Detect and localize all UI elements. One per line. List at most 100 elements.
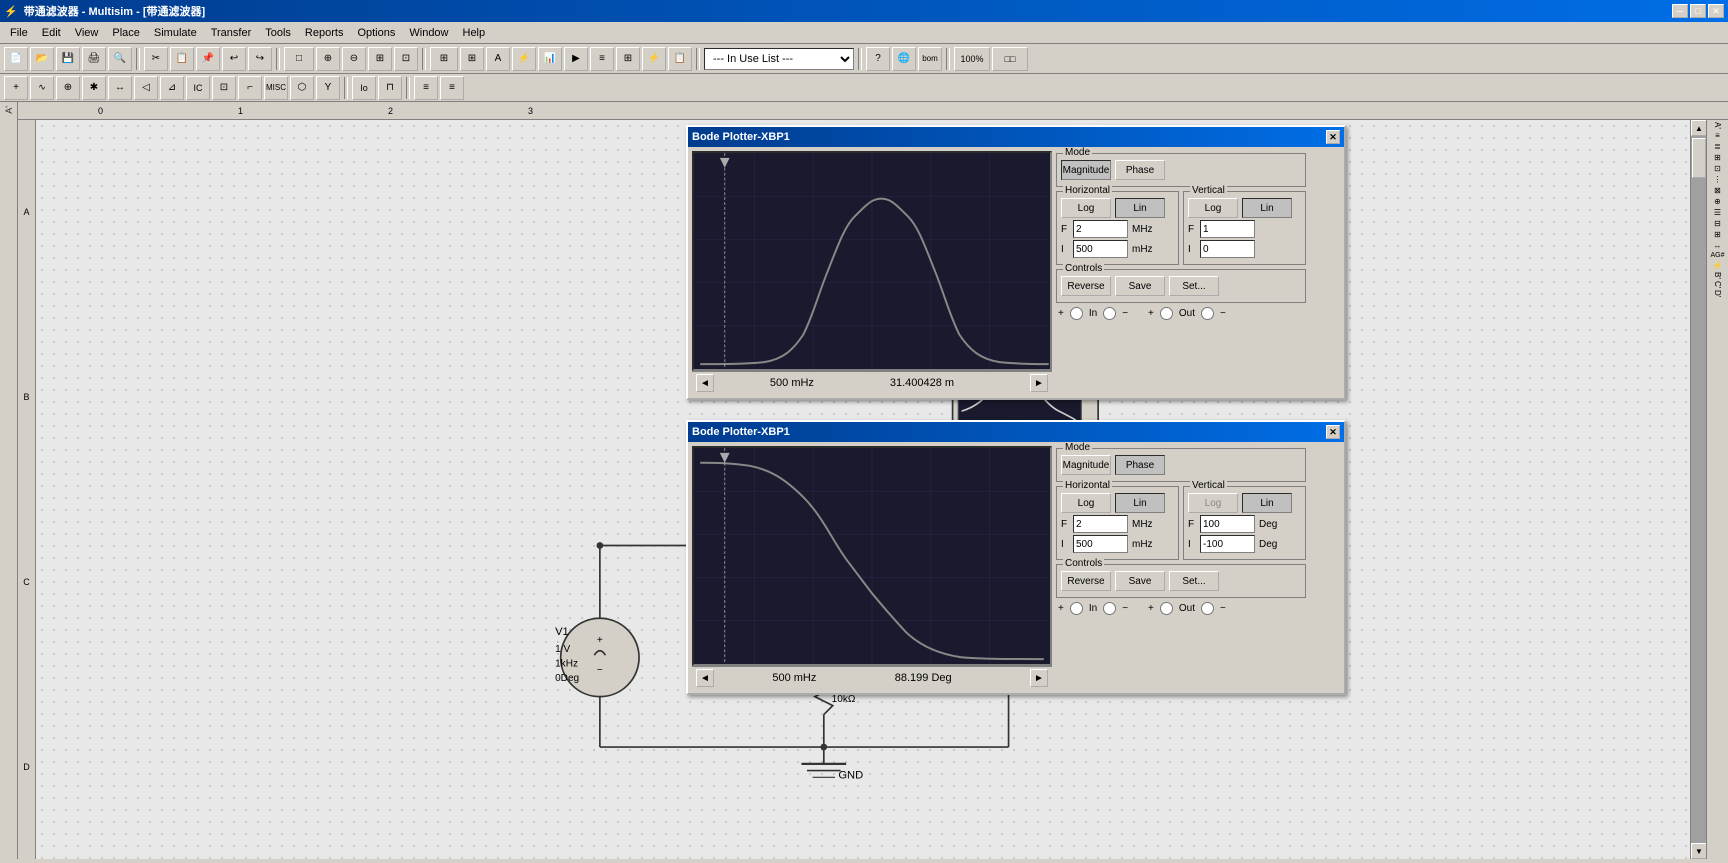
right-icon-7[interactable]: ⊕ [1714,197,1721,206]
misc3-btn[interactable]: MISC [264,76,288,100]
scroll-down-button[interactable]: ▼ [1691,843,1707,859]
menu-place[interactable]: Place [106,25,146,41]
copy-button[interactable]: 📋 [170,47,194,71]
circuit-area[interactable]: XBP1 IN OUT + [36,120,1690,859]
right-icon-2[interactable]: ≣ [1714,142,1721,151]
diode-btn[interactable]: ◁ [134,76,158,100]
bode1-save-button[interactable]: Save [1115,276,1165,296]
arrow-btn[interactable]: ↔ [108,76,132,100]
filter2-btn[interactable]: ≡ [440,76,464,100]
ic-btn[interactable]: IC [186,76,210,100]
paste-button[interactable]: 📌 [196,47,220,71]
zoom2-btn[interactable]: □□ [992,47,1028,71]
right-icon-1[interactable]: ≡ [1715,131,1720,140]
bom-btn[interactable]: bom [918,47,942,71]
right-icon-3[interactable]: ⊞ [1714,153,1721,162]
cut-button[interactable]: ✂ [144,47,168,71]
bode1-set-button[interactable]: Set... [1169,276,1219,296]
right-icon-9[interactable]: ⊟ [1714,219,1721,228]
right-icon-4[interactable]: ⊡ [1714,164,1721,173]
open-button[interactable]: 📂 [30,47,54,71]
postprocess-btn[interactable]: ⊞ [616,47,640,71]
menu-transfer[interactable]: Transfer [205,25,258,41]
bode1-title-bar[interactable]: Bode Plotter-XBP1 ✕ [688,127,1344,147]
internet-btn[interactable]: 🌐 [892,47,916,71]
print-preview-button[interactable]: 🔍 [108,47,132,71]
bode2-v-i-input[interactable] [1200,535,1255,553]
bode1-h-lin-button[interactable]: Lin [1115,198,1165,218]
scroll-thumb[interactable] [1692,138,1706,178]
right-icon-10[interactable]: ⊞ [1714,230,1721,239]
bode1-h-i-input[interactable] [1073,240,1128,258]
star-btn[interactable]: ✱ [82,76,106,100]
menu-window[interactable]: Window [403,25,454,41]
misc2-btn[interactable]: ⊡ [212,76,236,100]
zoom-pct-btn[interactable]: 100% [954,47,990,71]
wire-btn[interactable]: ⚡ [512,47,536,71]
menu-view[interactable]: View [69,25,105,41]
in-use-dropdown[interactable]: --- In Use List --- [704,48,854,70]
menu-reports[interactable]: Reports [299,25,350,41]
right-icon-8[interactable]: ☰ [1714,208,1721,217]
minimize-button[interactable]: ─ [1672,4,1688,18]
bode2-v-log-button[interactable]: Log [1188,493,1238,513]
antenna-btn[interactable]: Y [316,76,340,100]
menu-file[interactable]: File [4,25,34,41]
bode2-out-minus-radio[interactable] [1201,602,1214,615]
zoom-out-button[interactable]: ⊖ [342,47,366,71]
bode1-phase-button[interactable]: Phase [1115,160,1165,180]
bode2-nav-right[interactable]: ► [1030,669,1048,687]
electric-btn[interactable]: ⚡ [642,47,666,71]
undo-button[interactable]: ↩ [222,47,246,71]
bode2-nav-left[interactable]: ◄ [696,669,714,687]
bode2-in-minus-radio[interactable] [1103,602,1116,615]
bode1-in-radio[interactable] [1070,307,1083,320]
chart-btn[interactable]: 📊 [538,47,562,71]
zoom-fit-button[interactable]: ⊞ [368,47,392,71]
right-icon-13[interactable]: ⚡ [1713,261,1723,270]
wave-btn[interactable]: ∿ [30,76,54,100]
menu-help[interactable]: Help [457,25,492,41]
bode2-h-lin-button[interactable]: Lin [1115,493,1165,513]
bode1-reverse-button[interactable]: Reverse [1061,276,1111,296]
menu-simulate[interactable]: Simulate [148,25,203,41]
bode1-v-log-button[interactable]: Log [1188,198,1238,218]
bode2-out-radio[interactable] [1160,602,1173,615]
bode2-save-button[interactable]: Save [1115,571,1165,591]
bode1-nav-right[interactable]: ► [1030,374,1048,392]
zoom-in-button[interactable]: ⊕ [316,47,340,71]
bode2-h-f-input[interactable] [1073,515,1128,533]
bode2-h-i-input[interactable] [1073,535,1128,553]
transistor-btn[interactable]: ⊿ [160,76,184,100]
bode2-magnitude-button[interactable]: Magnitude [1061,455,1111,475]
right-icon-11[interactable]: ↔ [1714,241,1722,250]
in-use-btn[interactable]: ⊞ [430,47,458,71]
bode2-close-button[interactable]: ✕ [1326,425,1340,439]
bode1-in-minus-radio[interactable] [1103,307,1116,320]
bode2-phase-button[interactable]: Phase [1115,455,1165,475]
bode1-h-f-input[interactable] [1073,220,1128,238]
right-icon-6[interactable]: ⊠ [1714,186,1721,195]
bode2-in-radio[interactable] [1070,602,1083,615]
cross-btn[interactable]: ⊕ [56,76,80,100]
square-btn[interactable]: ⊓ [378,76,402,100]
print-button[interactable]: 🖨 [82,47,106,71]
bode2-h-log-button[interactable]: Log [1061,493,1111,513]
new-button[interactable]: 📄 [4,47,28,71]
filter-btn[interactable]: ≡ [414,76,438,100]
bode2-set-button[interactable]: Set... [1169,571,1219,591]
component-button[interactable]: □ [284,47,314,71]
bode1-v-i-input[interactable] [1200,240,1255,258]
scroll-track[interactable] [1691,136,1706,843]
switch-btn[interactable]: ⌐ [238,76,262,100]
hex-btn[interactable]: ⬡ [290,76,314,100]
bode2-v-lin-button[interactable]: Lin [1242,493,1292,513]
sim-btn[interactable]: ▶ [564,47,588,71]
grid-btn[interactable]: ⊞ [460,47,484,71]
io-btn[interactable]: Io [352,76,376,100]
scroll-up-button[interactable]: ▲ [1691,120,1707,136]
save-button[interactable]: 💾 [56,47,80,71]
redo-button[interactable]: ↪ [248,47,272,71]
right-icon-5[interactable]: ⋮ [1714,175,1722,184]
bode1-close-button[interactable]: ✕ [1326,130,1340,144]
